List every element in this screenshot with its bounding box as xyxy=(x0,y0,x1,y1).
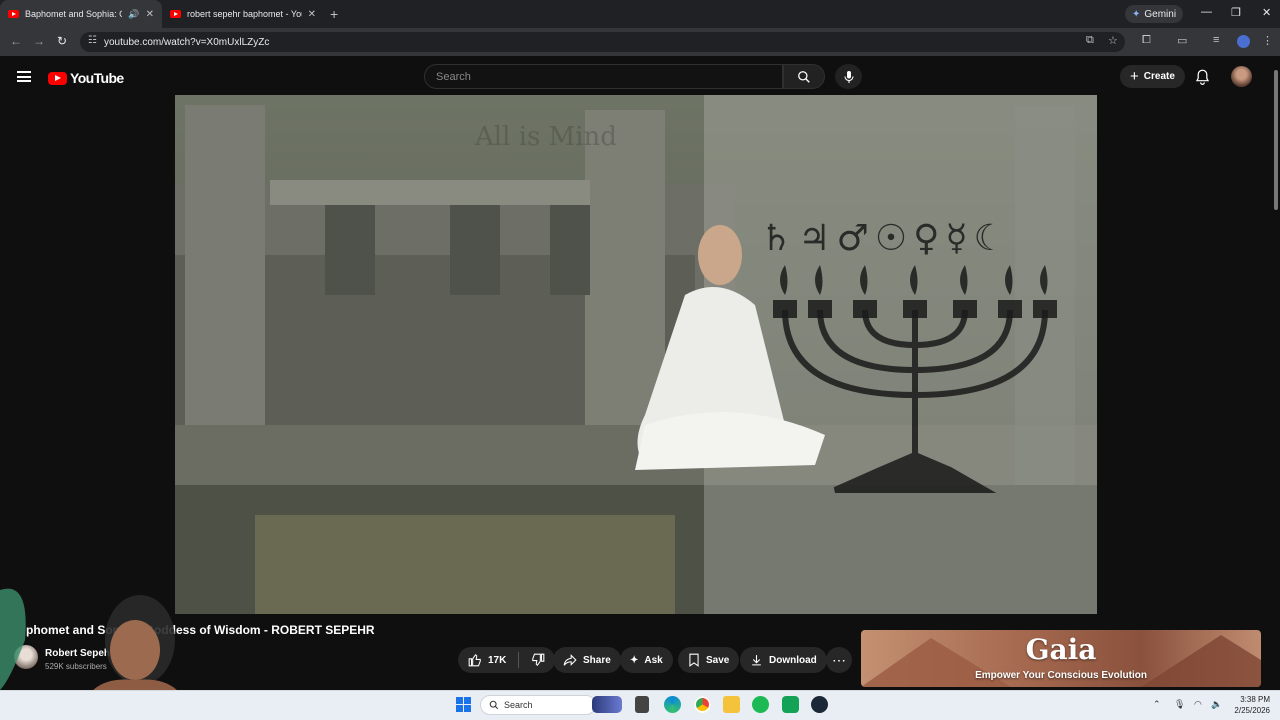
download-label: Download xyxy=(769,654,817,666)
ad-tagline: Empower Your Conscious Evolution xyxy=(975,670,1147,681)
volume-icon[interactable]: 🔈 xyxy=(1211,699,1222,710)
sparkle-icon: ✦ xyxy=(630,654,639,666)
task-view-icon[interactable] xyxy=(635,696,649,713)
youtube-wordmark: YouTube xyxy=(70,70,124,86)
media-controls-icon[interactable]: ≡ xyxy=(1213,34,1219,46)
url-text: youtube.com/watch?v=X0mUxlLZyZc xyxy=(104,36,270,48)
voice-search-button[interactable] xyxy=(835,64,862,89)
taskbar-search-label: Search xyxy=(504,700,533,710)
planet-symbols: ♄♃♂☉♀☿☾ xyxy=(760,218,1012,259)
download-button[interactable]: Download xyxy=(740,647,827,673)
gemini-label: Gemini xyxy=(1144,8,1177,20)
plus-icon: + xyxy=(1130,68,1139,85)
search-input[interactable]: Search xyxy=(424,64,783,89)
close-window-icon[interactable]: ✕ xyxy=(1262,6,1271,19)
address-bar[interactable]: ☷ youtube.com/watch?v=X0mUxlLZyZc xyxy=(80,32,1125,52)
steam-icon[interactable] xyxy=(811,696,828,713)
save-label: Save xyxy=(706,654,730,666)
close-tab-icon[interactable]: ✕ xyxy=(308,9,316,20)
search-icon xyxy=(489,700,499,710)
scrollbar-thumb[interactable] xyxy=(1274,70,1278,210)
video-player[interactable]: All is Mind ♄♃♂☉♀☿☾ xyxy=(175,95,1097,614)
tab-title: Baphomet and Sophia: Goddess of Wisdom xyxy=(25,9,122,19)
microphone-icon xyxy=(843,70,854,83)
speaker-icon[interactable]: 🔊 xyxy=(128,9,139,20)
ask-label: Ask xyxy=(644,654,663,666)
channel-avatar[interactable] xyxy=(14,645,38,669)
notifications-bell-icon[interactable] xyxy=(1195,69,1210,85)
ad-brand: Gaia xyxy=(1025,633,1097,666)
youtube-logo[interactable]: YouTube xyxy=(48,70,124,86)
windows-start-icon[interactable] xyxy=(455,696,472,713)
gemini-button[interactable]: ✦ Gemini xyxy=(1125,5,1184,23)
share-label: Share xyxy=(583,654,611,666)
tab-search-results[interactable]: robert sepehr baphomet - YouTube ✕ xyxy=(162,0,324,28)
clock-time: 3:38 PM xyxy=(1240,695,1270,704)
tab-title: robert sepehr baphomet - YouTube xyxy=(187,9,302,19)
subscriber-count: 529K subscribers xyxy=(45,662,107,671)
reload-icon[interactable]: ↻ xyxy=(57,34,67,48)
create-button[interactable]: + Create xyxy=(1120,65,1185,88)
minimize-icon[interactable]: — xyxy=(1201,6,1212,18)
profile-avatar[interactable] xyxy=(1237,35,1250,48)
download-icon xyxy=(752,655,761,666)
more-actions-button[interactable]: ⋯ xyxy=(826,647,852,673)
forward-icon[interactable]: → xyxy=(33,34,45,48)
create-label: Create xyxy=(1143,71,1175,82)
gemini-spark-icon: ✦ xyxy=(1132,8,1141,20)
like-dislike-group: 17K xyxy=(458,647,556,673)
browser-tab-bar: Baphomet and Sophia: Goddess of Wisdom 🔊… xyxy=(0,0,1280,28)
restore-icon[interactable]: ❐ xyxy=(1231,6,1241,19)
chrome-menu-icon[interactable]: ⋮ xyxy=(1262,34,1273,47)
spotify-icon[interactable] xyxy=(752,696,769,713)
bookmark-icon xyxy=(689,653,699,667)
show-hidden-icons-icon[interactable]: ⌃ xyxy=(1153,699,1161,710)
taskbar-clock[interactable]: 3:38 PM 2/25/2026 xyxy=(1232,694,1270,716)
widget-icon[interactable] xyxy=(592,696,622,713)
video-title: phomet and Sophia: Goddess of Wisdom - R… xyxy=(26,623,375,637)
close-tab-icon[interactable]: ✕ xyxy=(146,9,154,20)
like-count[interactable]: 17K xyxy=(488,655,506,666)
search-button[interactable] xyxy=(783,64,825,89)
edge-browser-icon[interactable] xyxy=(664,696,681,713)
cast-icon[interactable]: ▭ xyxy=(1177,34,1187,47)
back-icon[interactable]: ← xyxy=(10,34,22,48)
channel-name[interactable]: Robert Sepehr xyxy=(45,648,114,659)
gaia-ad-banner[interactable]: Gaia Empower Your Conscious Evolution xyxy=(861,630,1261,687)
bookmark-star-icon[interactable]: ☆ xyxy=(1108,34,1118,47)
youtube-play-icon xyxy=(48,71,67,85)
youtube-favicon-icon xyxy=(8,10,19,18)
search-icon xyxy=(798,70,810,83)
tab-baphomet-video[interactable]: Baphomet and Sophia: Goddess of Wisdom 🔊… xyxy=(0,0,162,28)
clock-date: 2/25/2026 xyxy=(1234,706,1270,715)
save-button[interactable]: Save xyxy=(678,647,740,673)
install-app-icon[interactable]: ⧉ xyxy=(1086,34,1094,47)
share-icon xyxy=(563,654,577,666)
video-frame: All is Mind ♄♃♂☉♀☿☾ xyxy=(175,95,1097,614)
new-tab-icon[interactable]: + xyxy=(330,6,338,22)
microphone-tray-icon[interactable]: 🎙 xyxy=(1174,699,1185,710)
extensions-icon[interactable]: ⧠ xyxy=(1142,34,1151,47)
more-horizontal-icon: ⋯ xyxy=(832,651,846,668)
site-info-icon[interactable]: ☷ xyxy=(88,35,97,46)
taskbar-search[interactable]: Search xyxy=(480,695,596,715)
chrome-app-icon[interactable] xyxy=(694,696,711,713)
app-icon[interactable] xyxy=(782,696,799,713)
youtube-favicon-icon xyxy=(170,10,181,18)
guide-menu-icon[interactable] xyxy=(17,71,31,82)
wifi-icon[interactable]: ◠ xyxy=(1194,699,1202,710)
ask-button[interactable]: ✦ Ask xyxy=(620,647,673,673)
file-explorer-icon[interactable] xyxy=(723,696,740,713)
account-avatar[interactable] xyxy=(1231,66,1252,87)
divider xyxy=(518,652,520,668)
thumbs-down-icon[interactable] xyxy=(531,653,545,667)
thumbs-up-icon[interactable] xyxy=(468,653,482,667)
overlay-caption: All is Mind xyxy=(474,122,617,152)
share-button[interactable]: Share xyxy=(553,647,621,673)
